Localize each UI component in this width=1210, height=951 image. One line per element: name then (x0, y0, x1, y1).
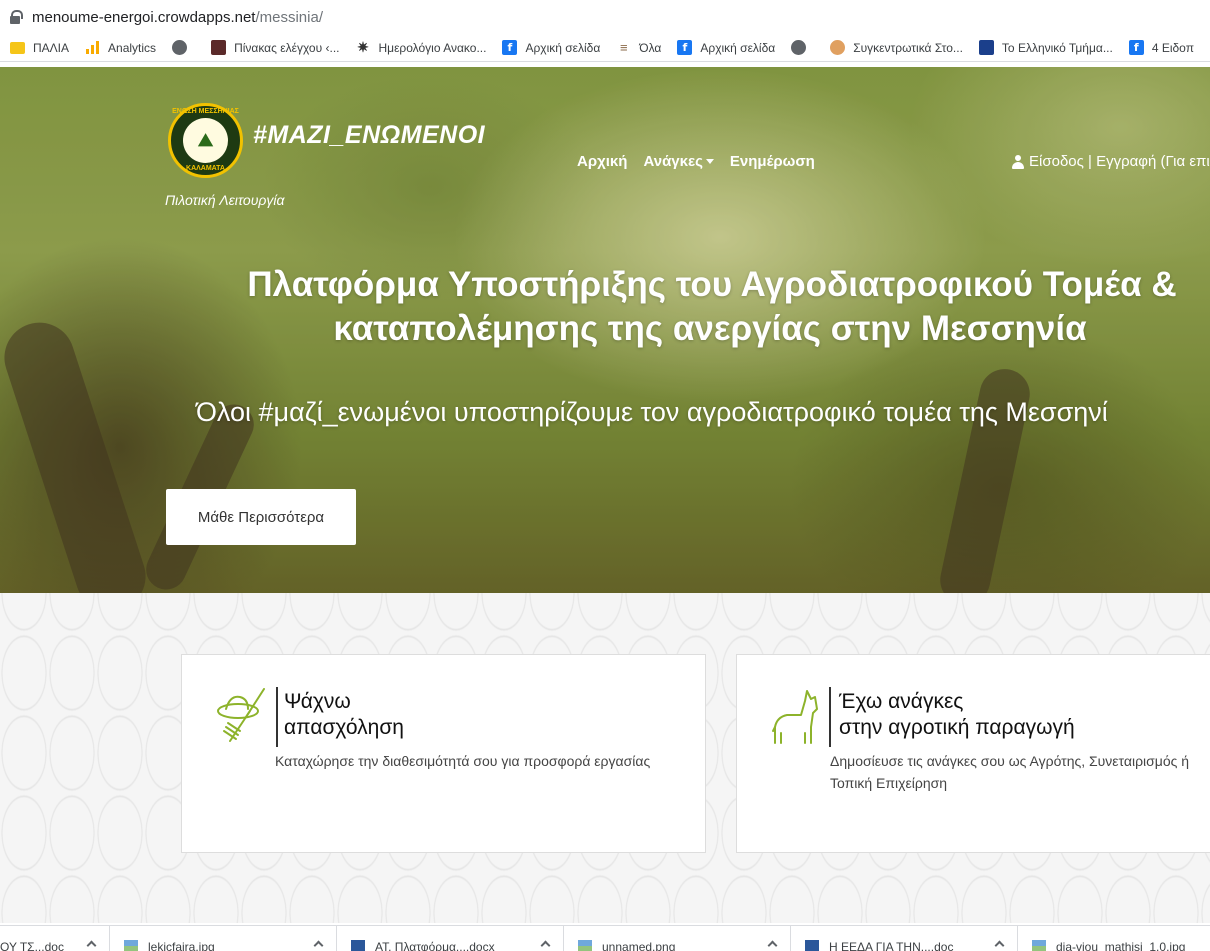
bookmark-facebook-home-2[interactable]: f Αρχική σελίδα (677, 40, 775, 55)
bookmark-label: Αρχική σελίδα (700, 40, 776, 55)
bookmark-label: Αρχική σελίδα (525, 40, 601, 55)
bookmark-dashboard[interactable]: Πίνακας ελέγχου ‹... (211, 40, 339, 55)
download-item[interactable]: ΟΥ ΤΣ...doc (0, 926, 110, 951)
pilot-label: Πιλοτική Λειτουργία (165, 192, 285, 208)
url-host[interactable]: menoume-energoi.crowdapps.net (32, 9, 255, 26)
card-description: Δημοσίευσε τις ανάγκες σου ως Αγρότης, Σ… (830, 753, 1190, 791)
hero-section: ΕΝΩΣΗ ΜΕΣΣΗΝΙΑΣ ⛰ ΚΑΛΑΜΑΤΑ #ΜΑΖΙ_ΕΝΩΜΕΝΟ… (0, 67, 1210, 593)
globe-icon (791, 40, 807, 55)
address-bar[interactable]: menoume-energoi.crowdapps.net /messinia/ (0, 0, 1210, 34)
download-item[interactable]: ΑΤ. Πλατφόρμα....docx (337, 926, 564, 951)
card-description: Καταχώρησε την διαθεσιμότητά σου για προ… (275, 753, 651, 769)
union-logo[interactable]: ΕΝΩΣΗ ΜΕΣΣΗΝΙΑΣ ⛰ ΚΑΛΑΜΑΤΑ (168, 103, 243, 178)
chevron-up-icon[interactable] (994, 940, 1005, 951)
hero-title: Πλατφόρμα Υποστήριξης του Αγροδιατροφικο… (160, 263, 1210, 351)
bookmark-label: Ημερολόγιο Ανακο... (378, 40, 487, 55)
nav-news[interactable]: Ενημέρωση (730, 153, 815, 170)
word-file-icon (351, 940, 365, 951)
logo-top-text: ΕΝΩΣΗ ΜΕΣΣΗΝΙΑΣ (172, 108, 239, 115)
bookmark-globe-2[interactable] (791, 40, 814, 55)
bookmark-notifications[interactable]: f 4 Ειδοπ (1128, 40, 1194, 55)
card-divider (276, 687, 278, 747)
download-filename: unnamed.png (602, 940, 676, 951)
image-file-icon (1032, 940, 1046, 951)
site-hashtag: #ΜΑΖΙ_ΕΝΩΜΕΝΟΙ (253, 121, 486, 149)
download-item[interactable]: Η ΕΕΔΑ ΓΙΑ ΤΗΝ....doc (791, 926, 1018, 951)
bookmarks-bar: ΠΑΛΙΑ Analytics Πίνακας ελέγχου ‹... ✷ Η… (0, 34, 1210, 62)
logo-bottom-text: ΚΑΛΑΜΑΤΑ (186, 165, 225, 172)
download-filename: dia-viou_mathisi_1.0.jpg (1056, 940, 1186, 951)
bookmark-globe[interactable] (172, 40, 195, 55)
word-file-icon (805, 940, 819, 951)
bookmark-label: Όλα (639, 40, 662, 55)
hero-title-line-2: καταπολέμησης της ανεργίας στην Μεσσηνία (333, 309, 1087, 348)
card-title-line-2: στην αγροτική παραγωγή (839, 716, 1075, 739)
goat-icon (771, 687, 821, 745)
calendar-icon: ✷ (357, 39, 369, 55)
facebook-icon: f (502, 40, 518, 55)
dashboard-icon (211, 40, 227, 55)
download-item[interactable]: lekicfaira.jpg (110, 926, 337, 951)
download-filename: Η ΕΕΔΑ ΓΙΑ ΤΗΝ....doc (829, 940, 954, 951)
download-filename: lekicfaira.jpg (148, 940, 215, 951)
globe-icon (172, 40, 188, 55)
user-icon (1012, 154, 1024, 169)
caret-down-icon (705, 159, 714, 164)
image-file-icon (124, 940, 138, 951)
logo-emblem-icon: ⛰ (183, 118, 228, 163)
options-section: Ψάχνω απασχόληση Καταχώρησε την διαθεσιμ… (0, 593, 1210, 923)
bookmark-analytics[interactable]: Analytics (85, 40, 156, 55)
bookmark-label: Συγκεντρωτικά Στο... (853, 40, 963, 55)
downloads-bar: ΟΥ ΤΣ...doc lekicfaira.jpg ΑΤ. Πλατφόρμα… (0, 925, 1210, 951)
download-item[interactable]: dia-viou_mathisi_1.0.jpg (1018, 926, 1210, 951)
bookmark-label: Analytics (108, 40, 157, 55)
nav-home[interactable]: Αρχική (577, 153, 627, 170)
card-seek-employment[interactable]: Ψάχνω απασχόληση Καταχώρησε την διαθεσιμ… (181, 654, 706, 853)
eu-icon (978, 40, 994, 55)
chevron-up-icon[interactable] (767, 940, 778, 951)
url-path[interactable]: /messinia/ (255, 9, 323, 26)
download-filename: ΑΤ. Πλατφόρμα....docx (375, 940, 495, 951)
login-label: Είσοδος | Εγγραφή (Για επι (1029, 153, 1210, 170)
chevron-up-icon[interactable] (313, 940, 324, 951)
chevron-up-icon[interactable] (540, 940, 551, 951)
facebook-icon: f (677, 40, 693, 55)
nav-needs-label: Ανάγκες (643, 153, 703, 170)
bookmark-all[interactable]: ≡ Όλα (616, 40, 661, 55)
card-divider (829, 687, 831, 747)
learn-more-button[interactable]: Μάθε Περισσότερα (166, 489, 356, 545)
bookmark-label: Το Ελληνικό Τμήμα... (1001, 40, 1113, 55)
site-icon (830, 40, 846, 55)
download-filename: ΟΥ ΤΣ...doc (0, 940, 64, 951)
facebook-icon: f (1128, 40, 1144, 55)
bookmark-label: 4 Ειδοπ (1151, 40, 1194, 55)
bookmark-greek-section[interactable]: Το Ελληνικό Τμήμα... (978, 40, 1113, 55)
farmer-hat-rake-icon (216, 687, 266, 745)
chevron-up-icon[interactable] (86, 940, 97, 951)
hero-subtitle: Όλοι #μαζί_ενωμένοι υποστηρίζουμε τον αγ… (196, 397, 1108, 427)
folder-icon (10, 41, 25, 54)
bookmark-label: Πίνακας ελέγχου ‹... (234, 40, 340, 55)
bookmark-summary[interactable]: Συγκεντρωτικά Στο... (830, 40, 963, 55)
image-file-icon (578, 940, 592, 951)
nav-needs[interactable]: Ανάγκες (643, 153, 714, 170)
login-register-link[interactable]: Είσοδος | Εγγραφή (Για επι (1012, 153, 1210, 170)
card-title-line-1: Έχω ανάγκες (839, 690, 964, 713)
analytics-icon (85, 40, 100, 55)
card-title-line-1: Ψάχνω (284, 690, 351, 713)
download-item[interactable]: unnamed.png (564, 926, 791, 951)
bookmark-facebook-home[interactable]: f Αρχική σελίδα (502, 40, 600, 55)
card-agri-needs[interactable]: Έχω ανάγκες στην αγροτική παραγωγή Δημοσ… (736, 654, 1210, 853)
bookmark-calendar[interactable]: ✷ Ημερολόγιο Ανακο... (355, 39, 487, 55)
card-title-line-2: απασχόληση (284, 716, 404, 739)
list-icon: ≡ (620, 40, 628, 55)
card-title: Ψάχνω απασχόληση (284, 689, 404, 741)
lock-icon[interactable] (10, 10, 23, 24)
bookmark-palia[interactable]: ΠΑΛΙΑ (10, 41, 69, 55)
bookmark-label: ΠΑΛΙΑ (33, 40, 70, 55)
hero-title-line-1: Πλατφόρμα Υποστήριξης του Αγροδιατροφικο… (247, 265, 1177, 304)
main-nav: Αρχική Ανάγκες Ενημέρωση (577, 153, 815, 170)
card-title: Έχω ανάγκες στην αγροτική παραγωγή (839, 689, 1075, 741)
